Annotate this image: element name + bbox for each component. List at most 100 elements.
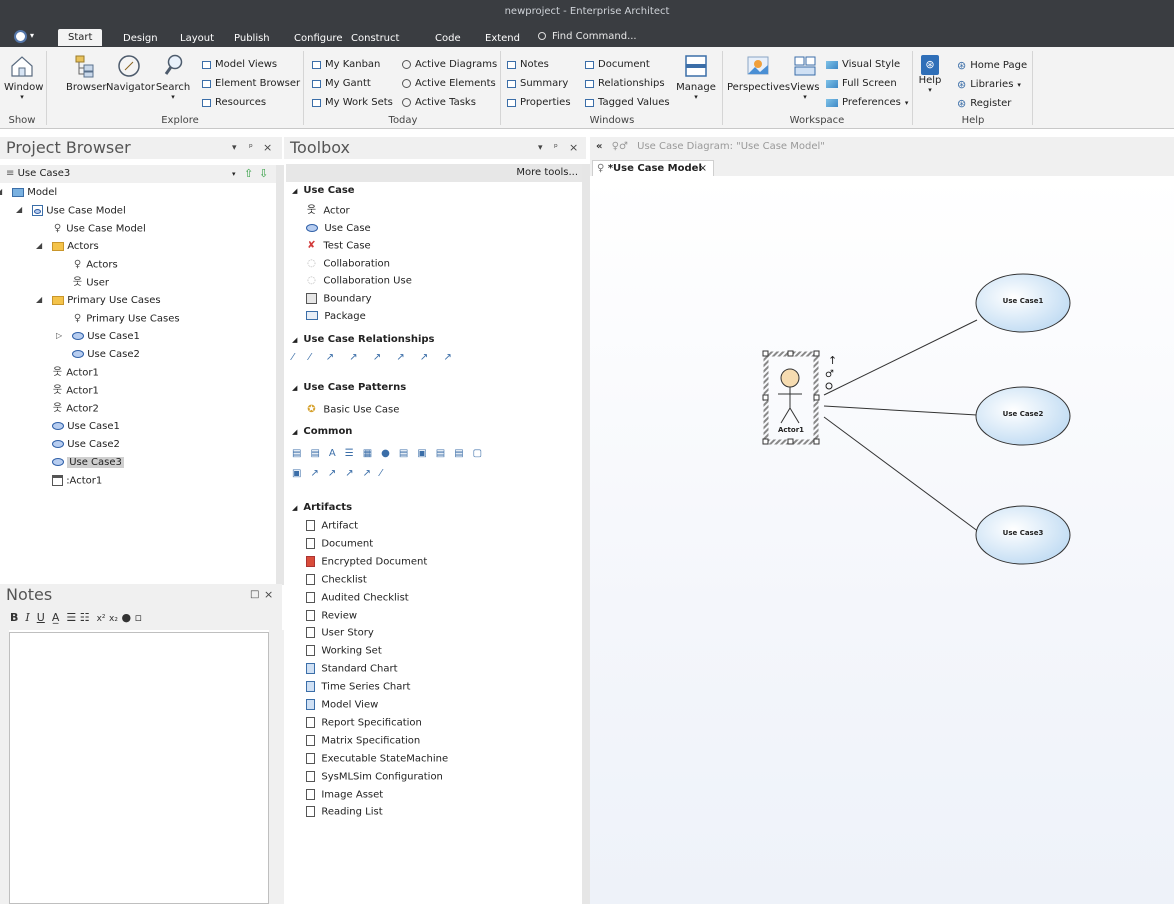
quick-link-arrow-icon[interactable]: ↑	[828, 354, 837, 367]
subscript-icon[interactable]: x₂	[109, 614, 118, 624]
properties-icon[interactable]: ♂	[825, 369, 834, 380]
tool-item[interactable]: Checklist	[306, 573, 367, 585]
tree-item[interactable]: 웃 Actor1	[52, 385, 99, 397]
find-command-box[interactable]: Find Command...	[538, 31, 648, 45]
zoom-icon[interactable]	[825, 382, 833, 390]
panel-menu-icon[interactable]: ▾	[232, 137, 237, 159]
tab-design[interactable]: Design	[123, 33, 158, 44]
views-button[interactable]: Views ▾	[790, 53, 820, 101]
more-tools-button[interactable]: More tools...	[516, 164, 578, 182]
association-line[interactable]	[823, 416, 980, 533]
my-gantt-button[interactable]: My Gantt	[312, 78, 371, 89]
app-menu-button[interactable]: ▾	[14, 30, 42, 44]
notes-textarea[interactable]	[9, 632, 269, 904]
tool-item[interactable]: 웃 Actor	[306, 205, 350, 217]
tree-item[interactable]: Use Case2	[72, 349, 140, 360]
tagged-values-button[interactable]: Tagged Values	[585, 97, 670, 108]
tool-item[interactable]: Executable StateMachine	[306, 752, 448, 764]
navigator-button[interactable]: Navigator	[106, 53, 155, 93]
tab-layout[interactable]: Layout	[180, 33, 214, 44]
tool-item[interactable]: Boundary	[306, 293, 372, 305]
summary-button[interactable]: Summary	[507, 78, 568, 89]
collapse-icon[interactable]: ◢	[36, 241, 42, 250]
tab-start[interactable]: Start	[58, 29, 103, 46]
tree-item[interactable]: 웃 Actor2	[52, 403, 99, 415]
collapse-icon[interactable]: ◢	[292, 504, 297, 512]
tool-item[interactable]: SysMLSim Configuration	[306, 770, 443, 782]
full-screen-button[interactable]: Full Screen	[826, 78, 897, 89]
tool-item[interactable]: Artifact	[306, 520, 358, 532]
toolbox-scrollbar[interactable]	[582, 164, 590, 904]
tree-item[interactable]: :Actor1	[52, 475, 102, 487]
collapse-icon[interactable]: ◢	[292, 187, 297, 195]
text-color-icon[interactable]: A̲	[52, 611, 60, 624]
association-line[interactable]	[823, 319, 978, 396]
collapse-left-icon[interactable]: «	[596, 141, 602, 152]
register-button[interactable]: ⊛ Register	[957, 97, 1011, 110]
tree-item[interactable]: ♀ Primary Use Cases	[72, 313, 180, 325]
toolbox-section-use-case-patterns[interactable]: ◢ Use Case Patterns	[292, 382, 406, 393]
collapse-icon[interactable]: ◢	[292, 428, 297, 436]
element-browser-button[interactable]: Element Browser	[202, 78, 300, 89]
tree-item[interactable]: ♀ Use Case Model	[52, 223, 146, 235]
tree-item[interactable]: Use Case2	[52, 439, 120, 450]
move-down-icon[interactable]: ⇩	[259, 165, 268, 183]
bold-icon[interactable]: B	[10, 611, 18, 624]
libraries-button[interactable]: ⊛ Libraries ▾	[957, 78, 1021, 91]
hyperlink-icon[interactable]: ●	[121, 611, 131, 624]
tool-item[interactable]: ✘ Test Case	[306, 240, 370, 252]
pin-icon[interactable]: ᵖ	[554, 137, 558, 159]
numbered-list-icon[interactable]: ☷	[80, 611, 90, 624]
tool-item[interactable]: Package	[306, 311, 366, 322]
my-work-sets-button[interactable]: My Work Sets	[312, 97, 393, 108]
tool-item[interactable]: Audited Checklist	[306, 591, 409, 603]
tab-extend[interactable]: Extend	[485, 33, 520, 44]
tree-item[interactable]: ▷ Use Case1	[56, 331, 140, 342]
browser-selector-bar[interactable]: ≡ Use Case3 ▾ ⇧ ⇩	[0, 165, 276, 183]
active-diagrams-button[interactable]: Active Diagrams	[402, 59, 497, 70]
tool-item[interactable]: ◌ Collaboration Use	[306, 275, 412, 287]
common-tools-icon[interactable]: ▤▤A☰▦●▤▣▤▤▢	[292, 448, 491, 459]
tool-item[interactable]: Model View	[306, 699, 378, 711]
tab-configure[interactable]: Configure	[294, 33, 342, 44]
properties-button[interactable]: Properties	[507, 97, 571, 108]
search-button[interactable]: Search ▾	[154, 53, 192, 101]
toolbox-section-use-case-relationships[interactable]: ◢ Use Case Relationships	[292, 334, 435, 345]
panel-menu-icon[interactable]: ▾	[538, 137, 543, 159]
tool-item[interactable]: Review	[306, 609, 357, 621]
resources-button[interactable]: Resources	[202, 97, 266, 108]
tree-item[interactable]: ◢ Use Case Model	[16, 205, 126, 217]
tree-item[interactable]: ◢ Primary Use Cases	[36, 295, 161, 306]
tab-code[interactable]: Code	[435, 33, 461, 44]
tool-item[interactable]: Encrypted Document	[306, 555, 427, 567]
tool-item[interactable]: User Story	[306, 627, 374, 639]
relationship-tools-icon[interactable]: ⁄ ⁄ ↗ ↗ ↗ ↗ ↗ ↗	[292, 352, 458, 363]
close-icon[interactable]: ×	[264, 584, 273, 606]
tab-construct[interactable]: Construct	[351, 33, 399, 44]
expand-icon[interactable]: ▷	[56, 331, 62, 340]
toolbox-section-artifacts[interactable]: ◢ Artifacts	[292, 502, 352, 513]
active-elements-button[interactable]: Active Elements	[402, 78, 496, 89]
visual-style-button[interactable]: Visual Style	[826, 59, 900, 70]
tool-item[interactable]: Reading List	[306, 806, 383, 818]
tool-item[interactable]: Working Set	[306, 645, 382, 657]
superscript-icon[interactable]: x²	[97, 614, 106, 624]
tool-item[interactable]: ✪ Basic Use Case	[306, 404, 399, 416]
association-line[interactable]	[823, 405, 978, 416]
common-connectors-icon[interactable]: ▣↗↗↗↗⁄	[292, 468, 391, 479]
tool-item[interactable]: Report Specification	[306, 716, 422, 728]
model-views-button[interactable]: Model Views	[202, 59, 277, 70]
notes-button[interactable]: Notes	[507, 59, 549, 70]
close-icon[interactable]: ×	[699, 161, 707, 176]
tool-item[interactable]: Image Asset	[306, 788, 383, 800]
tree-item[interactable]: 웃 Actor1	[52, 367, 99, 379]
tool-item[interactable]: ◌ Collaboration	[306, 258, 390, 270]
browser-button[interactable]: Browser	[66, 53, 107, 93]
collapse-icon[interactable]: ◢	[292, 336, 297, 344]
active-tasks-button[interactable]: Active Tasks	[402, 97, 476, 108]
tool-item[interactable]: Standard Chart	[306, 663, 398, 675]
collapse-icon[interactable]: ◢	[0, 187, 2, 196]
document-button[interactable]: Document	[585, 59, 650, 70]
window-button[interactable]: Window ▾	[4, 53, 43, 109]
tool-item[interactable]: Document	[306, 537, 373, 549]
